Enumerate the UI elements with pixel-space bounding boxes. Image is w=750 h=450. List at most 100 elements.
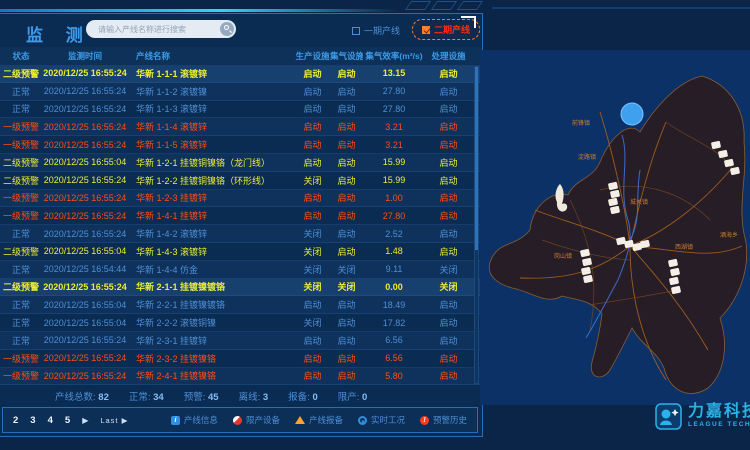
table-row[interactable]: 一级预警2020/12/25 16:55:24华新 2-4-1 挂镀镍铬启动启动… — [0, 368, 482, 386]
cell-line-name: 华新 1-2-3 挂镀锌 — [128, 191, 295, 204]
legend-button-restricted-circle[interactable]: 限产设备 — [233, 414, 280, 426]
cell-status: 一级预警 — [0, 120, 42, 133]
cell-time: 2020/12/25 16:55:24 — [42, 335, 128, 345]
legend-label: 产线报备 — [309, 414, 343, 426]
map-place-label: 酒海乡 — [720, 231, 738, 239]
cell-production: 关闭 — [295, 174, 330, 187]
cell-production: 启动 — [295, 191, 330, 204]
page-title: 监 测 — [26, 21, 92, 46]
table-row[interactable]: 一级预警2020/12/25 16:55:24华新 1-1-4 滚镀锌启动启动3… — [0, 118, 482, 136]
table-header: 状态监测时间产线名称生产设施集气设施集气效率(m³/s)处理设施 — [0, 47, 482, 65]
table-row[interactable]: 一级预警2020/12/25 16:55:24华新 1-1-5 滚镀锌启动启动3… — [0, 136, 482, 154]
table-row[interactable]: 正常2020/12/25 16:54:44华新 1-4-4 仿金关闭关闭9.11… — [0, 261, 482, 279]
cell-gas-collection: 关闭 — [330, 280, 363, 293]
column-header: 状态 — [0, 50, 42, 62]
column-header: 集气设施 — [330, 50, 363, 62]
table-row[interactable]: 二级预警2020/12/25 16:55:24华新 1-1-1 滚镀锌启动启动1… — [0, 65, 482, 83]
pagination: 2 3 4 5 ▶ Last ▶ — [13, 415, 128, 426]
cell-status: 正常 — [0, 316, 42, 329]
cell-gas-collection: 启动 — [330, 85, 363, 98]
search-box — [86, 20, 236, 38]
phase1-checkbox[interactable]: 一期产线 — [352, 24, 400, 37]
cell-gas-collection: 启动 — [330, 174, 363, 187]
table-row[interactable]: 二级预警2020/12/25 16:55:04华新 1-2-1 挂镀铜镍铬（龙门… — [0, 154, 482, 172]
info-square-icon: i — [171, 416, 180, 425]
search-input[interactable] — [96, 24, 220, 35]
cell-production: 关闭 — [295, 263, 330, 276]
next-page-button[interactable]: ▶ — [82, 416, 88, 425]
report-triangle-icon — [295, 416, 305, 424]
cell-time: 2020/12/25 16:55:24 — [42, 229, 128, 239]
scrollbar-thumb[interactable] — [475, 67, 478, 250]
cell-gas-collection: 启动 — [330, 316, 363, 329]
last-page-button[interactable]: Last ▶ — [100, 416, 128, 425]
cell-line-name: 华新 1-4-4 仿金 — [128, 263, 295, 276]
cell-gas-collection: 启动 — [330, 191, 363, 204]
table-row[interactable]: 正常2020/12/25 16:55:24华新 2-3-1 挂镀锌启动启动6.5… — [0, 332, 482, 350]
cell-time: 2020/12/25 16:55:24 — [42, 211, 128, 221]
cell-line-name: 华新 2-3-2 挂镀镍铬 — [128, 352, 295, 365]
table-row[interactable]: 正常2020/12/25 16:55:04华新 2-2-2 滚镀铜镍关闭启动17… — [0, 314, 482, 332]
cell-production: 关闭 — [295, 245, 330, 258]
table-row[interactable]: 一级预警2020/12/25 16:55:24华新 2-3-2 挂镀镍铬启动启动… — [0, 350, 482, 368]
cell-treatment: 启动 — [425, 85, 472, 98]
brand-logo: 力嘉科技 LEAGUE TECH — [655, 403, 750, 430]
table-row[interactable]: 正常2020/12/25 16:55:24华新 1-4-2 滚镀锌关闭启动2.5… — [0, 225, 482, 243]
cell-line-name: 华新 1-1-4 滚镀锌 — [128, 120, 295, 133]
cell-gas-collection: 启动 — [330, 102, 363, 115]
cell-treatment: 启动 — [425, 316, 472, 329]
header-deco-shape — [457, 1, 483, 10]
monitoring-panel: 监 测 一期产线 二期产线 状态监测时间产线名称生产设施集气设施集气效率(m³/… — [0, 13, 483, 437]
page-number[interactable]: 2 — [13, 415, 18, 426]
legend-button-realtime-gauge[interactable]: 实时工况 — [358, 414, 405, 426]
cell-time: 2020/12/25 16:55:24 — [42, 282, 128, 292]
page-number[interactable]: 5 — [65, 415, 70, 426]
cell-gas-collection: 启动 — [330, 138, 363, 151]
column-header: 产线名称 — [128, 50, 295, 62]
cell-production: 启动 — [295, 369, 330, 382]
search-button[interactable] — [220, 22, 234, 36]
cell-production: 关闭 — [295, 280, 330, 293]
cell-efficiency: 1.48 — [363, 246, 425, 256]
cell-production: 启动 — [295, 85, 330, 98]
cell-line-name: 华新 2-3-1 挂镀锌 — [128, 334, 295, 347]
cell-treatment: 启动 — [425, 191, 472, 204]
cell-gas-collection: 关闭 — [330, 263, 363, 276]
legend-button-alert-history[interactable]: !预警历史 — [420, 414, 467, 426]
page-number[interactable]: 3 — [30, 415, 35, 426]
table-row[interactable]: 正常2020/12/25 16:55:24华新 1-1-3 滚镀锌启动启动27.… — [0, 101, 482, 119]
cell-line-name: 华新 2-4-1 挂镀镍铬 — [128, 369, 295, 382]
device-marker[interactable] — [621, 103, 643, 125]
page-number[interactable]: 4 — [48, 415, 53, 426]
cell-time: 2020/12/25 16:55:24 — [42, 86, 128, 96]
cell-line-name: 华新 1-4-2 滚镀锌 — [128, 227, 295, 240]
table-row[interactable]: 正常2020/12/25 16:55:24华新 1-1-2 滚镀镍启动启动27.… — [0, 83, 482, 101]
table-row[interactable]: 二级预警2020/12/25 16:55:24华新 2-1-1 挂镀镍镀铬关闭关… — [0, 279, 482, 297]
cell-efficiency: 6.56 — [363, 335, 425, 345]
summary-item: 报备: 0 — [288, 389, 318, 403]
header-accent-line — [0, 9, 400, 12]
table-row[interactable]: 二级预警2020/12/25 16:55:04华新 1-4-3 滚镀锌关闭启动1… — [0, 243, 482, 261]
cell-time: 2020/12/25 16:55:24 — [42, 104, 128, 114]
legend-button-info-square[interactable]: i产线信息 — [171, 414, 218, 426]
alert-history-icon: ! — [420, 416, 429, 425]
table-row[interactable]: 二级预警2020/12/25 16:55:24华新 1-2-2 挂镀铜镍铬（环形… — [0, 172, 482, 190]
cell-treatment: 启动 — [425, 334, 472, 347]
legend-label: 限产设备 — [246, 414, 280, 426]
cell-treatment: 启动 — [425, 227, 472, 240]
cell-treatment: 启动 — [425, 174, 472, 187]
legend-button-report-triangle[interactable]: 产线报备 — [295, 414, 343, 426]
cell-gas-collection: 启动 — [330, 227, 363, 240]
cell-status: 正常 — [0, 298, 42, 311]
table-row[interactable]: 一级预警2020/12/25 16:55:24华新 1-2-3 挂镀锌启动启动1… — [0, 190, 482, 208]
cell-time: 2020/12/25 16:55:24 — [42, 353, 128, 363]
legend-label: 实时工况 — [371, 414, 405, 426]
table-row[interactable]: 正常2020/12/25 16:55:04华新 2-2-1 挂镀镍镀铬启动启动1… — [0, 296, 482, 314]
cell-status: 二级预警 — [0, 174, 42, 187]
restricted-circle-icon — [233, 416, 242, 425]
district-map[interactable]: 前锋镇淀路镇城关镇岗山镇西湖镇酒海乡 — [480, 50, 750, 405]
table-row[interactable]: 一级预警2020/12/25 16:55:24华新 1-4-1 挂镀锌启动启动2… — [0, 207, 482, 225]
cell-time: 2020/12/25 16:55:04 — [42, 246, 128, 256]
cell-efficiency: 3.21 — [363, 122, 425, 132]
table-scrollbar[interactable] — [474, 66, 479, 384]
